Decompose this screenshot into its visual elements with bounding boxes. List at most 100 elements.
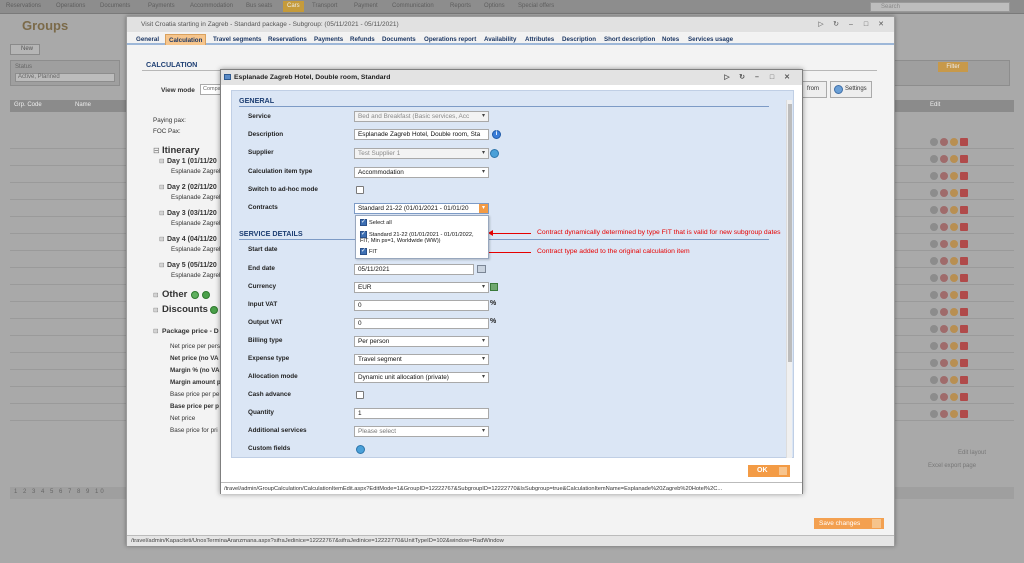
view-icon[interactable]: [930, 376, 938, 384]
nav-item[interactable]: Accommodation: [190, 3, 233, 9]
nav-item[interactable]: Bus seats: [246, 3, 272, 9]
collapse-icon[interactable]: ⊟: [153, 328, 158, 335]
new-group-button[interactable]: New: [10, 44, 40, 55]
lock-icon[interactable]: [950, 206, 958, 214]
scrollbar[interactable]: [786, 100, 792, 458]
collapse-icon[interactable]: ⊟: [153, 307, 158, 314]
lock-icon[interactable]: [950, 223, 958, 231]
tab-documents[interactable]: Documents: [382, 34, 416, 45]
from-button[interactable]: from: [799, 81, 827, 98]
collapse-icon[interactable]: ⊟: [159, 262, 164, 269]
collapse-icon[interactable]: ⊟: [153, 292, 158, 299]
view-icon[interactable]: [930, 223, 938, 231]
add-icon[interactable]: [210, 306, 218, 314]
adhoc-mode-checkbox[interactable]: [356, 186, 364, 194]
tab-payments[interactable]: Payments: [314, 34, 343, 45]
lock-icon[interactable]: [950, 138, 958, 146]
tab-short-description[interactable]: Short description: [604, 34, 655, 45]
pdf-icon[interactable]: [960, 291, 968, 299]
pdf-icon[interactable]: [960, 189, 968, 197]
view-icon[interactable]: [930, 172, 938, 180]
save-changes-button[interactable]: Save changes: [814, 518, 884, 529]
day-item[interactable]: Esplanade Zagreb: [171, 246, 222, 253]
currency-select[interactable]: EUR ▾: [354, 282, 489, 293]
checkbox-checked-icon[interactable]: ✓: [360, 248, 367, 255]
pdf-icon[interactable]: [960, 359, 968, 367]
delete-icon[interactable]: [940, 172, 948, 180]
nav-item[interactable]: Communication: [392, 3, 434, 9]
pdf-icon[interactable]: [960, 410, 968, 418]
lock-icon[interactable]: [950, 410, 958, 418]
pdf-icon[interactable]: [960, 308, 968, 316]
expense-type-select[interactable]: Travel segment ▾: [354, 354, 489, 365]
day-label[interactable]: Day 1 (01/11/20: [167, 158, 217, 165]
pdf-icon[interactable]: [960, 206, 968, 214]
maximize-icon[interactable]: □: [862, 17, 870, 32]
delete-icon[interactable]: [940, 206, 948, 214]
view-icon[interactable]: [930, 240, 938, 248]
lock-icon[interactable]: [950, 359, 958, 367]
tab-availability[interactable]: Availability: [484, 34, 516, 45]
collapse-icon[interactable]: ⊟: [159, 158, 164, 165]
lock-icon[interactable]: [950, 393, 958, 401]
view-icon[interactable]: [930, 291, 938, 299]
description-input[interactable]: Esplanade Zagreb Hotel, Double room, Sta: [354, 129, 489, 140]
pdf-icon[interactable]: [960, 155, 968, 163]
view-icon[interactable]: [930, 308, 938, 316]
pager-pages[interactable]: 1 2 3 4 5 6 7 8 9 10: [14, 489, 106, 495]
nav-item[interactable]: Documents: [100, 3, 130, 9]
view-icon[interactable]: [930, 410, 938, 418]
collapse-icon[interactable]: ⊟: [159, 236, 164, 243]
column-header[interactable]: Name: [75, 102, 91, 108]
view-icon[interactable]: [930, 325, 938, 333]
tab-notes[interactable]: Notes: [662, 34, 679, 45]
select-all-option[interactable]: ✓ Select all: [360, 219, 392, 227]
delete-icon[interactable]: [940, 240, 948, 248]
add-icon[interactable]: [202, 291, 210, 299]
contract-type-option[interactable]: ✓ FIT: [360, 248, 377, 256]
day-item[interactable]: Esplanade Zagreb: [171, 194, 222, 201]
day-label[interactable]: Day 5 (05/11/20: [167, 262, 217, 269]
lock-icon[interactable]: [950, 189, 958, 197]
view-icon[interactable]: [930, 359, 938, 367]
nav-item[interactable]: Reports: [450, 3, 471, 9]
delete-icon[interactable]: [940, 291, 948, 299]
view-icon[interactable]: [930, 274, 938, 282]
reload-icon[interactable]: ↻: [832, 17, 840, 32]
lock-icon[interactable]: [950, 308, 958, 316]
pin-icon[interactable]: ▷: [723, 70, 731, 85]
tab-calculation[interactable]: Calculation: [165, 34, 207, 45]
excel-export-link[interactable]: Excel export page: [928, 463, 976, 469]
delete-icon[interactable]: [940, 393, 948, 401]
delete-icon[interactable]: [940, 223, 948, 231]
global-search-input[interactable]: Search: [870, 2, 1010, 12]
nav-item[interactable]: Special offers: [518, 3, 554, 9]
additional-services-select[interactable]: Please select ▾: [354, 426, 489, 437]
info-icon[interactable]: i: [492, 130, 501, 139]
chevron-down-icon[interactable]: ▾: [479, 204, 488, 213]
itinerary-collapse-icon[interactable]: ⊟: [153, 146, 160, 155]
delete-icon[interactable]: [940, 138, 948, 146]
pdf-icon[interactable]: [960, 138, 968, 146]
edit-icon[interactable]: [191, 291, 199, 299]
input-vat-input[interactable]: 0: [354, 300, 489, 311]
delete-icon[interactable]: [940, 376, 948, 384]
day-label[interactable]: Day 3 (03/11/20: [167, 210, 217, 217]
supplier-settings-icon[interactable]: [490, 149, 499, 158]
day-item[interactable]: Esplanade Zagreb: [171, 220, 222, 227]
pdf-icon[interactable]: [960, 172, 968, 180]
view-icon[interactable]: [930, 138, 938, 146]
pdf-icon[interactable]: [960, 257, 968, 265]
status-filter-select[interactable]: Active, Planned: [15, 73, 115, 82]
pdf-icon[interactable]: [960, 274, 968, 282]
delete-icon[interactable]: [940, 274, 948, 282]
lock-icon[interactable]: [950, 274, 958, 282]
lock-icon[interactable]: [950, 325, 958, 333]
lock-icon[interactable]: [950, 155, 958, 163]
allocation-mode-select[interactable]: Dynamic unit allocation (private) ▾: [354, 372, 489, 383]
end-date-input[interactable]: 05/11/2021: [354, 264, 474, 275]
pdf-icon[interactable]: [960, 342, 968, 350]
scrollbar-thumb[interactable]: [788, 104, 792, 362]
tab-description[interactable]: Description: [562, 34, 596, 45]
checkbox-checked-icon[interactable]: ✓: [360, 231, 367, 238]
